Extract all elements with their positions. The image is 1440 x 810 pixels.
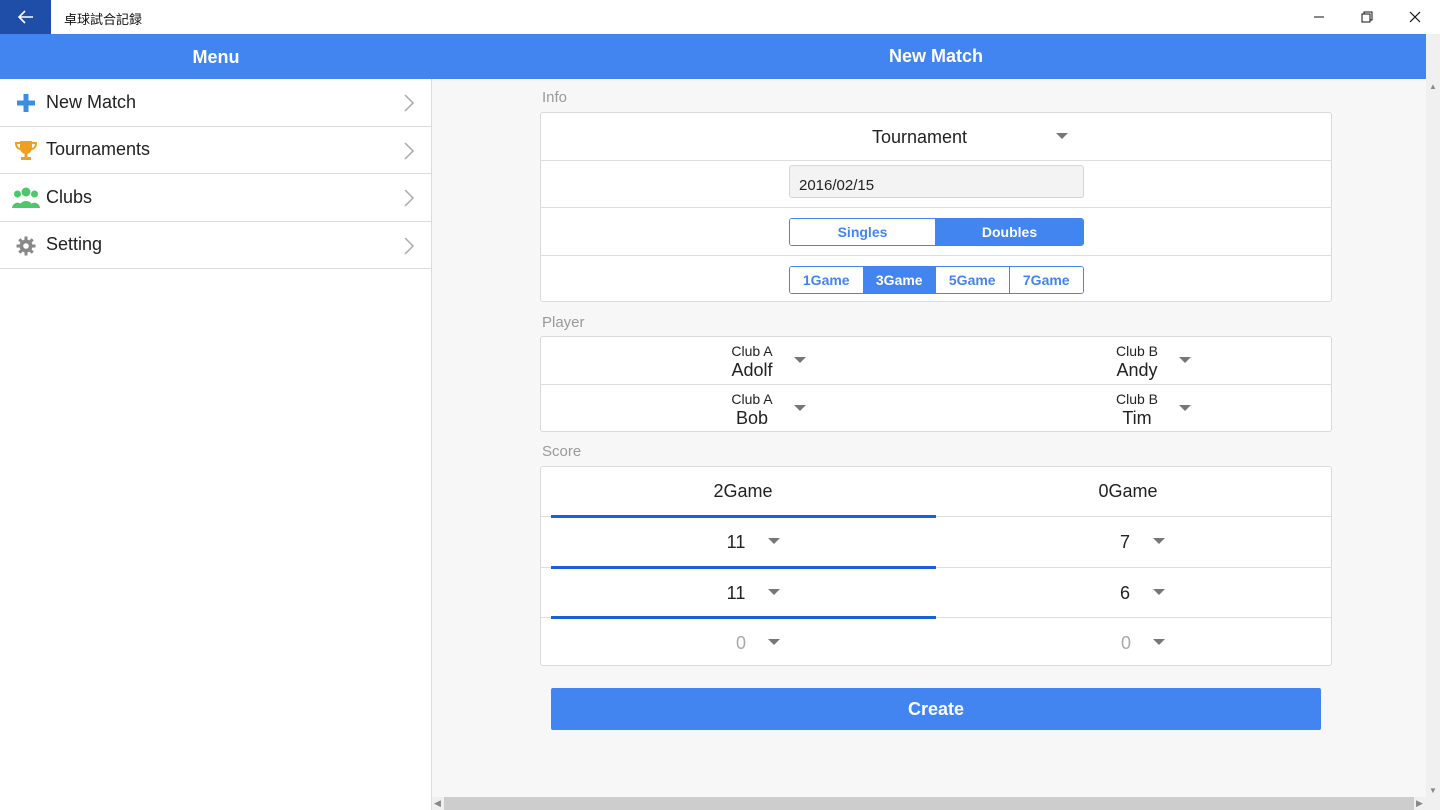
sidebar-item-label: Tournaments <box>46 139 151 160</box>
scroll-up-icon[interactable]: ▲ <box>1429 82 1437 91</box>
games-segmented: 1Game 3Game 5Game 7Game <box>789 265 1084 294</box>
caret-down-icon <box>794 357 806 363</box>
caret-down-icon <box>768 538 780 544</box>
caret-down-icon <box>768 588 780 595</box>
sidebar: New Match Tournaments Clubs Setting <box>0 79 432 810</box>
chevron-right-icon <box>404 189 415 207</box>
player-select-left[interactable]: Club A Adolf <box>702 343 802 381</box>
minimize-button[interactable] <box>1296 0 1342 34</box>
sidebar-item-clubs[interactable]: Clubs <box>0 174 431 222</box>
minimize-icon <box>1314 16 1324 18</box>
close-icon <box>1409 11 1421 23</box>
player-name: Tim <box>1122 407 1152 428</box>
date-field[interactable]: 2016/02/15 <box>789 164 1084 198</box>
caret-down-icon <box>1153 538 1165 544</box>
sidebar-item-new-match[interactable]: New Match <box>0 79 431 127</box>
restore-icon <box>1361 11 1373 23</box>
caret-down-icon <box>1153 588 1165 595</box>
club-label: Club B <box>1115 343 1159 359</box>
gear-icon <box>12 233 40 259</box>
score-header: 2Game 0Game <box>541 467 1331 518</box>
doubles-option[interactable]: Doubles <box>936 219 1083 245</box>
restore-button[interactable] <box>1344 0 1390 34</box>
main-content: Info Tournament 2016/02/15 Singles Doubl… <box>432 79 1426 797</box>
games-row: 1Game 3Game 5Game 7Game <box>541 256 1331 304</box>
scroll-left-icon[interactable]: ◀ <box>434 798 441 809</box>
singles-option[interactable]: Singles <box>790 219 936 245</box>
right-score-select[interactable]: 0 <box>1096 633 1156 654</box>
horizontal-scrollbar[interactable]: ◀ ▶ <box>432 797 1426 810</box>
score-row: 11 6 <box>541 568 1331 619</box>
header-bar: Menu New Match <box>0 34 1426 79</box>
caret-down-icon <box>794 404 806 411</box>
menu-title: Menu <box>192 47 240 67</box>
player-card: Club A Adolf Club B Andy Club A Bob Club… <box>540 336 1332 432</box>
right-score-select[interactable]: 6 <box>1095 583 1155 604</box>
title-bar: 卓球試合記録 <box>0 0 1440 34</box>
club-label: Club A <box>731 390 773 407</box>
left-score-select[interactable]: 11 <box>706 583 766 604</box>
caret-down-icon <box>1056 133 1068 139</box>
score-row: 0 0 <box>541 618 1331 669</box>
5game-option[interactable]: 5Game <box>936 266 1010 293</box>
sidebar-item-label: Clubs <box>46 186 93 207</box>
sidebar-item-tournaments[interactable]: Tournaments <box>0 127 431 174</box>
match-type-row: Singles Doubles <box>541 208 1331 256</box>
page-title: New Match <box>888 46 984 66</box>
1game-option[interactable]: 1Game <box>790 266 864 293</box>
plus-icon <box>12 90 40 116</box>
close-button[interactable] <box>1392 0 1438 34</box>
chevron-right-icon <box>404 94 415 112</box>
tournament-select[interactable]: Tournament <box>541 113 1331 161</box>
player-row: Club A Bob Club B Tim <box>541 385 1331 433</box>
vertical-scrollbar[interactable]: ▲ ▼ <box>1426 34 1440 810</box>
score-card: 2Game 0Game 11 7 11 6 0 0 <box>540 466 1332 666</box>
date-value: 2016/02/15 <box>799 176 875 194</box>
caret-down-icon <box>1179 404 1191 411</box>
create-button[interactable]: Create <box>551 688 1321 730</box>
right-score-select[interactable]: 7 <box>1095 532 1155 553</box>
sidebar-item-setting[interactable]: Setting <box>0 222 431 269</box>
sidebar-item-label: New Match <box>46 91 137 112</box>
player-select-right[interactable]: Club B Tim <box>1087 391 1187 429</box>
chevron-right-icon <box>404 141 415 160</box>
player-select-left[interactable]: Club A Bob <box>702 391 802 429</box>
player-name: Bob <box>735 407 769 428</box>
club-label: Club B <box>1115 390 1159 407</box>
caret-down-icon <box>1179 357 1191 363</box>
player-name: Adolf <box>731 360 773 380</box>
trophy-icon <box>12 138 40 164</box>
info-section-label: Info <box>542 89 568 106</box>
left-games-total: 2Game <box>713 481 773 501</box>
back-button[interactable] <box>0 0 51 34</box>
player-select-right[interactable]: Club B Andy <box>1087 343 1187 381</box>
scroll-right-icon[interactable]: ▶ <box>1416 798 1423 809</box>
caret-down-icon <box>1153 639 1165 645</box>
date-row: 2016/02/15 <box>541 161 1331 208</box>
left-score-select[interactable]: 11 <box>706 532 766 553</box>
3game-option[interactable]: 3Game <box>863 266 936 293</box>
caret-down-icon <box>768 639 780 645</box>
right-games-total: 0Game <box>1098 481 1158 501</box>
sidebar-item-label: Setting <box>46 234 103 255</box>
score-row: 11 7 <box>541 517 1331 569</box>
player-section-label: Player <box>542 314 585 331</box>
club-label: Club A <box>731 343 773 359</box>
arrow-left-icon <box>17 10 33 24</box>
left-score-select[interactable]: 0 <box>711 633 771 654</box>
chevron-right-icon <box>404 236 415 255</box>
7game-option[interactable]: 7Game <box>1009 266 1083 293</box>
info-card: Tournament 2016/02/15 Singles Doubles 1G… <box>540 112 1332 302</box>
player-row: Club A Adolf Club B Andy <box>541 337 1331 385</box>
group-icon <box>12 185 40 211</box>
tournament-value: Tournament <box>871 127 968 147</box>
scroll-down-icon[interactable]: ▼ <box>1429 786 1437 795</box>
score-section-label: Score <box>542 443 582 460</box>
match-type-segmented: Singles Doubles <box>789 218 1084 246</box>
app-title: 卓球試合記録 <box>64 13 143 28</box>
player-name: Andy <box>1116 360 1158 380</box>
scrollbar-thumb[interactable] <box>444 797 1414 810</box>
